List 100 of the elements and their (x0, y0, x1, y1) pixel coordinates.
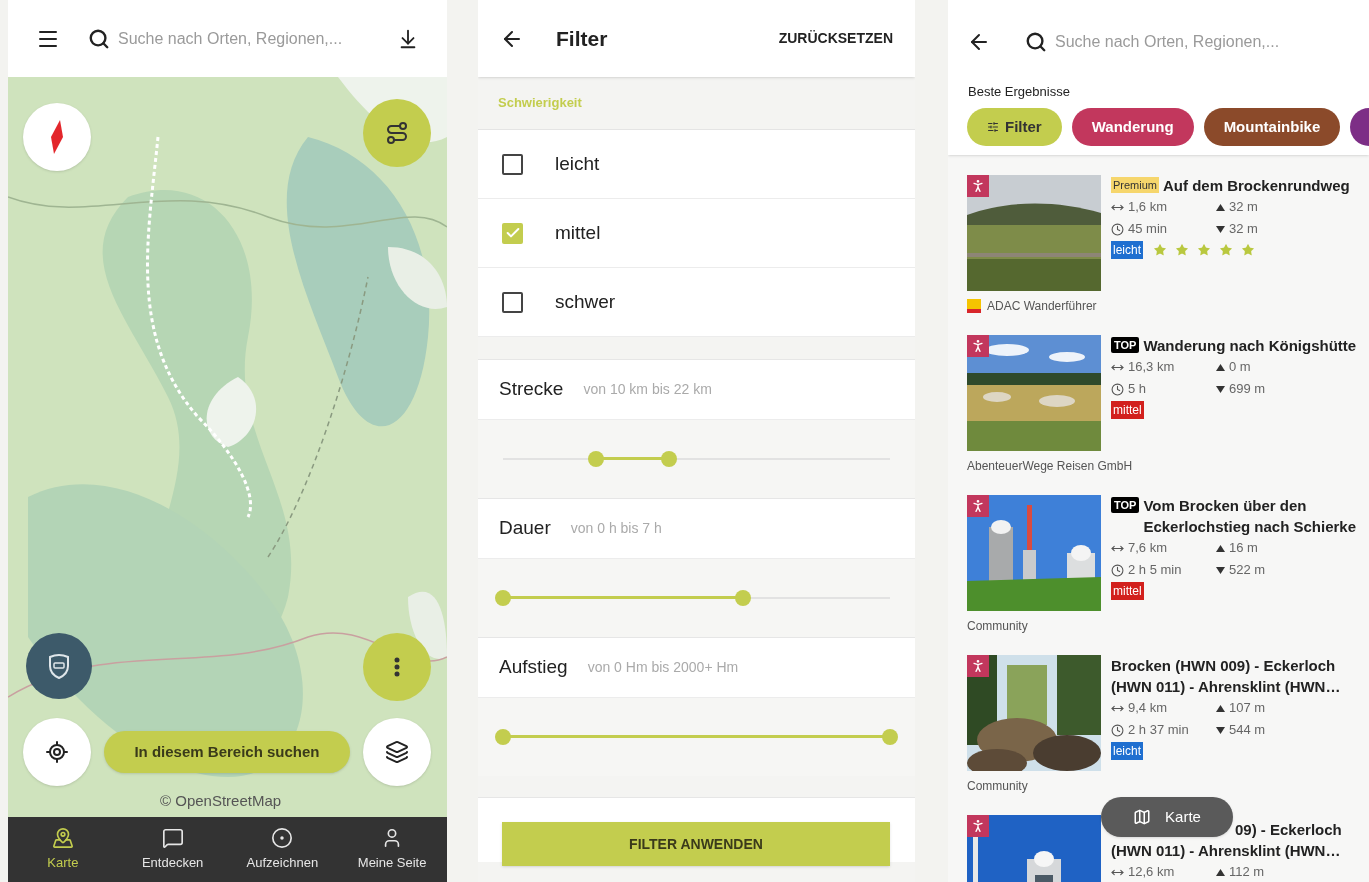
range-label: Strecke (499, 377, 564, 402)
nav-tab[interactable]: Aufzeichnen (227, 817, 338, 882)
search-field[interactable]: Suche nach Orten, Regionen,... (88, 26, 381, 51)
search-area-button[interactable]: In diesem Bereich suchen (104, 731, 350, 773)
result-source: ADAC Wanderführer (987, 298, 1097, 315)
checkbox-row[interactable]: leicht (478, 130, 915, 199)
search-icon (88, 27, 110, 50)
slider-thumb[interactable] (734, 590, 751, 606)
clock-icon (1111, 563, 1124, 577)
distance-value: 9,4 km (1128, 699, 1167, 717)
descent-icon (1216, 385, 1225, 393)
distance-value: 7,6 km (1128, 539, 1167, 557)
shield-icon (46, 653, 72, 679)
slider-thumb[interactable] (661, 451, 678, 467)
range-label: Aufstieg (499, 655, 568, 680)
clock-icon (1111, 382, 1124, 396)
clock-icon (1111, 222, 1124, 236)
duration-value: 2 h 5 min (1128, 561, 1182, 579)
ascent-icon (1216, 704, 1225, 712)
search-icon (1025, 31, 1047, 53)
range-reading: von 0 h bis 7 h (570, 519, 662, 538)
difficulty-tag: mittel (1111, 401, 1144, 419)
ascent-value: 32 m (1229, 198, 1258, 216)
distance-value: 1,6 km (1128, 198, 1167, 216)
option-label: mittel (555, 220, 601, 245)
range-label: Dauer (499, 516, 551, 541)
star-icon (1241, 243, 1255, 257)
difficulty-tag: mittel (1111, 582, 1144, 600)
result-title: 09) - Eckerloch (1235, 820, 1343, 840)
star-icon (1153, 243, 1167, 257)
category-chip[interactable]: Mountainbike (1203, 108, 1341, 146)
descent-icon (1216, 566, 1225, 574)
ascent-icon (1216, 203, 1225, 211)
route-icon (385, 121, 409, 145)
duration-value: 2 h 37 min (1128, 721, 1189, 739)
ascent-value: 107 m (1229, 699, 1266, 717)
reset-button[interactable]: ZURÜCKSETZEN (778, 28, 893, 49)
more-icon (394, 657, 400, 677)
option-label: leicht (555, 151, 600, 176)
difficulty-tag: leicht (1111, 742, 1143, 760)
locate-icon (45, 740, 69, 764)
premium-badge: Premium (1111, 177, 1159, 193)
target-icon (271, 826, 294, 849)
ascent-value: 16 m (1229, 539, 1258, 557)
ascent-value: 112 m (1229, 863, 1265, 881)
descent-icon (1216, 726, 1225, 734)
result-title: Brocken (HWN 009) - Eckerloch (HWN 011) - Ahrensklint (HWN… (1111, 656, 1342, 697)
speech-bubble-icon (161, 826, 184, 849)
result-title: Wanderung nach Königshütte (1143, 336, 1357, 356)
checkbox-row[interactable]: mittel (478, 199, 915, 268)
map-attribution: © OpenStreetMap (160, 791, 282, 811)
result-source: Community (967, 618, 1028, 635)
clock-icon (1111, 723, 1124, 737)
descent-value: 522 m (1229, 561, 1266, 579)
map-icon (1133, 808, 1152, 826)
range-reading: von 10 km bis 22 km (583, 380, 712, 399)
checkbox[interactable] (502, 291, 523, 313)
filter-chip[interactable]: Filter (967, 108, 1062, 146)
nav-tab[interactable]: Entdecken (117, 817, 228, 882)
nav-tab[interactable]: Meine Seite (337, 817, 447, 882)
filter-icon (987, 121, 999, 133)
ascent-icon (1216, 544, 1225, 552)
duration-value: 5 h (1128, 380, 1147, 398)
distance-value: 12,6 km (1128, 863, 1175, 881)
duration-value: 45 min (1128, 220, 1168, 238)
checkbox[interactable] (502, 153, 523, 175)
map-pin-icon (51, 826, 74, 849)
descent-value: 699 m (1229, 380, 1266, 398)
slider-thumb[interactable] (882, 729, 898, 745)
ascent-icon (1216, 868, 1225, 876)
screen-title: Filter (556, 25, 608, 52)
result-title: Vom Brocken über den Eckerlochstieg nach Schierke (1143, 496, 1358, 537)
compass-icon (51, 120, 63, 154)
result-title: Auf dem Brockenrundweg (1163, 176, 1350, 196)
result-source: AbenteuerWege Reisen GmbH (967, 458, 1133, 475)
section-heading: Beste Ergebnisse (967, 84, 1071, 100)
apply-filter-button[interactable]: FILTER ANWENDEN (502, 822, 890, 866)
slider-thumb[interactable] (495, 590, 511, 606)
nav-tab[interactable]: Karte (8, 817, 118, 882)
star-icon (1175, 243, 1189, 257)
category-chip[interactable]: Wanderung (1071, 108, 1194, 146)
ascent-icon (1216, 363, 1225, 371)
ascent-value: 0 m (1229, 358, 1251, 376)
logo-icon (967, 299, 981, 313)
descent-icon (1216, 225, 1225, 233)
range-reading: von 0 Hm bis 2000+ Hm (587, 658, 739, 677)
slider-thumb[interactable] (495, 729, 511, 745)
descent-value: 32 m (1229, 220, 1258, 238)
top-badge: TOP (1111, 497, 1140, 513)
map-button[interactable]: Karte (1101, 797, 1233, 837)
top-badge: TOP (1111, 337, 1140, 353)
star-icon (1219, 243, 1233, 257)
option-label: schwer (555, 289, 616, 314)
checkbox-row[interactable]: schwer (478, 268, 915, 337)
search-field[interactable]: Suche nach Orten, Regionen,... (1025, 30, 1350, 54)
checkbox[interactable] (502, 222, 523, 244)
slider-thumb[interactable] (587, 451, 604, 467)
range-slider[interactable] (495, 729, 898, 745)
layers-icon (385, 740, 409, 764)
result-source: Community (967, 778, 1028, 795)
